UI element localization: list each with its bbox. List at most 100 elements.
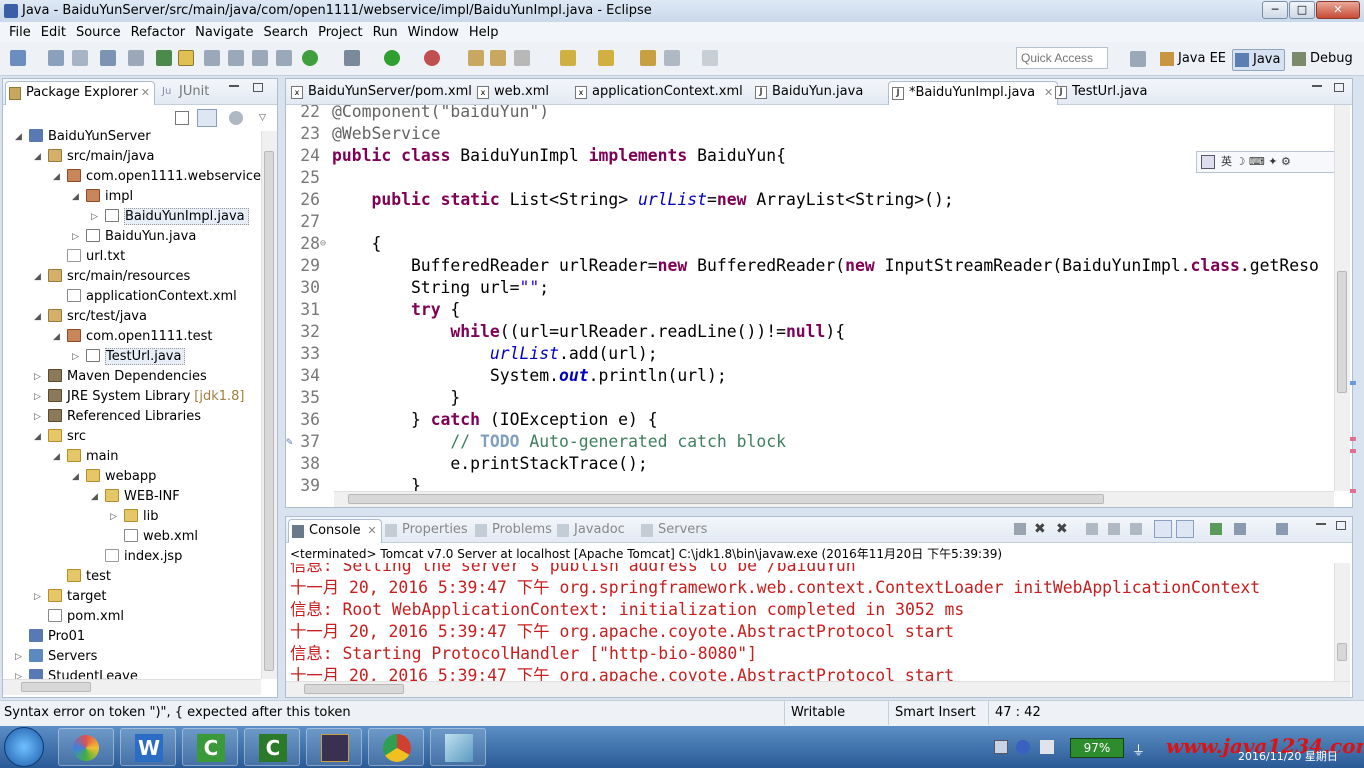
expand-icon[interactable]: ▷ — [72, 347, 84, 367]
display-console-icon[interactable] — [1234, 523, 1246, 535]
collapse-icon[interactable]: ◢ — [53, 447, 65, 467]
tree-item[interactable]: ▷ BaiduYunImpl.java — [91, 207, 249, 227]
previous-annotation-icon[interactable] — [598, 50, 614, 66]
editor-horizontal-scrollbar[interactable] — [334, 491, 1334, 507]
scroll-lock-icon[interactable] — [1108, 523, 1120, 535]
tree-item[interactable]: ▷ target — [34, 587, 107, 607]
pin-console-icon[interactable] — [1210, 523, 1222, 535]
tree-item[interactable]: ▷ Maven Dependencies — [34, 367, 207, 387]
tree-item[interactable]: ◢ webapp — [72, 467, 156, 487]
editor-tab[interactable]: x BaiduYunServer/pom.xml — [288, 81, 472, 105]
close-button[interactable]: ✕ — [1316, 1, 1360, 19]
search-icon[interactable] — [514, 50, 530, 66]
view-menu-icon[interactable] — [229, 111, 243, 125]
tree-item[interactable]: ▷ TestUrl.java — [72, 347, 186, 367]
collapse-all-icon[interactable] — [175, 111, 189, 125]
word-wrap-icon[interactable] — [252, 50, 268, 66]
overview-ruler-error[interactable] — [1350, 449, 1356, 453]
console-tab-properties[interactable]: Properties — [382, 519, 468, 543]
run-icon[interactable] — [384, 50, 400, 66]
tree-item[interactable]: pom.xml — [48, 607, 124, 627]
collapse-icon[interactable]: ◢ — [34, 307, 46, 327]
tree-item[interactable]: ▷ lib — [110, 507, 158, 527]
fold-icon[interactable]: ⊖ — [320, 233, 326, 255]
scroll-thumb[interactable] — [348, 494, 1104, 504]
collapse-icon[interactable]: ◢ — [34, 267, 46, 287]
tree-item[interactable]: ▷ BaiduYun.java — [72, 227, 196, 247]
tree-item[interactable]: ◢ BaiduYunServer — [15, 127, 151, 147]
tree-item[interactable]: ◢ src/main/resources — [34, 267, 190, 287]
debug-icon[interactable] — [344, 50, 360, 66]
show-whitespace-icon[interactable] — [228, 50, 244, 66]
tree-item[interactable]: ◢ main — [53, 447, 118, 467]
menu-help[interactable]: Help — [464, 25, 504, 40]
console-vertical-scrollbar[interactable] — [1334, 563, 1350, 681]
expand-icon[interactable]: ▷ — [34, 407, 46, 427]
collapse-icon[interactable]: ◢ — [15, 127, 27, 147]
overview-ruler-error[interactable] — [1350, 489, 1356, 493]
tray-help-icon[interactable] — [1016, 740, 1030, 754]
tree-item[interactable]: test — [67, 567, 111, 587]
tree-item[interactable]: Pro01 — [29, 627, 85, 647]
start-button[interactable] — [4, 727, 44, 767]
save-all-icon[interactable] — [72, 50, 88, 66]
clear-console-icon[interactable] — [1086, 523, 1098, 535]
explorer-horizontal-scrollbar[interactable] — [3, 679, 261, 695]
last-edit-icon[interactable] — [640, 50, 656, 66]
overview-ruler-mark[interactable] — [1350, 381, 1356, 385]
taskbar-app-color-icon[interactable] — [58, 728, 114, 766]
scroll-thumb[interactable] — [21, 682, 91, 692]
menu-window[interactable]: Window — [403, 25, 464, 40]
menu-edit[interactable]: Edit — [36, 25, 71, 40]
open-project-icon[interactable] — [468, 50, 484, 66]
collapse-icon[interactable]: ◢ — [53, 167, 65, 187]
perspective-java-ee[interactable]: Java EE — [1158, 49, 1230, 71]
expand-icon[interactable]: ▷ — [91, 207, 103, 227]
tree-item[interactable]: ◢ src/main/java — [34, 147, 154, 167]
ime-toolbar[interactable]: 英 ☽ ⌨ ✦ ⚙ — [1196, 151, 1338, 173]
tray-network-icon[interactable] — [1040, 740, 1054, 754]
scroll-thumb[interactable] — [264, 151, 274, 671]
pilcrow-icon[interactable] — [276, 50, 292, 66]
console-tab-javadoc[interactable]: Javadoc — [554, 519, 625, 543]
tree-item[interactable]: url.txt — [67, 247, 125, 267]
show-on-stderr-icon[interactable] — [1176, 520, 1194, 538]
taskbar-camtasia-recorder-icon[interactable]: C — [244, 728, 300, 766]
taskbar-eclipse-icon[interactable] — [306, 728, 362, 766]
console-horizontal-scrollbar[interactable] — [286, 681, 1350, 697]
expand-icon[interactable]: ▷ — [110, 507, 122, 527]
scroll-thumb[interactable] — [1337, 643, 1347, 661]
tree-item[interactable]: ◢ com.open1111.test — [53, 327, 213, 347]
expand-icon[interactable]: ▷ — [15, 647, 27, 667]
menu-project[interactable]: Project — [313, 25, 367, 40]
taskbar-camtasia-icon[interactable]: C — [182, 728, 238, 766]
chevron-down-icon[interactable]: ▽ — [259, 113, 266, 123]
external-tools-icon[interactable] — [424, 50, 440, 66]
maximize-view-icon[interactable] — [253, 83, 263, 92]
expand-icon[interactable]: ▷ — [15, 667, 27, 679]
explorer-vertical-scrollbar[interactable] — [261, 131, 277, 679]
editor-tab[interactable]: x applicationContext.xml — [572, 81, 743, 105]
console-tab-problems[interactable]: Problems — [472, 519, 552, 543]
menu-source[interactable]: Source — [71, 25, 126, 40]
scroll-thumb[interactable] — [304, 684, 404, 694]
skip-breakpoints-icon[interactable] — [128, 50, 144, 66]
block-selection-icon[interactable] — [204, 50, 220, 66]
close-icon[interactable]: ✕ — [367, 520, 376, 542]
overview-ruler-error[interactable] — [1350, 437, 1356, 441]
editor-tab[interactable]: J TestUrl.java — [1052, 81, 1147, 105]
save-icon[interactable] — [48, 50, 64, 66]
editor-tab[interactable]: x web.xml — [474, 81, 549, 105]
tree-item[interactable]: ▷ StudentLeave — [15, 667, 138, 679]
console-output[interactable]: 信息: Setting the server's publish address… — [290, 563, 1330, 681]
expand-icon[interactable]: ▷ — [34, 367, 46, 387]
menu-file[interactable]: File — [4, 25, 36, 40]
expand-icon[interactable]: ▷ — [34, 587, 46, 607]
menu-navigate[interactable]: Navigate — [190, 25, 258, 40]
minimize-console-icon[interactable] — [1316, 523, 1326, 525]
perspective-debug[interactable]: Debug — [1290, 49, 1357, 71]
open-type-icon[interactable] — [156, 50, 172, 66]
quick-access-input[interactable] — [1016, 47, 1108, 69]
taskbar-word-icon[interactable]: W — [120, 728, 176, 766]
tree-item[interactable]: ▷ JRE System Library [jdk1.8] — [34, 387, 245, 407]
